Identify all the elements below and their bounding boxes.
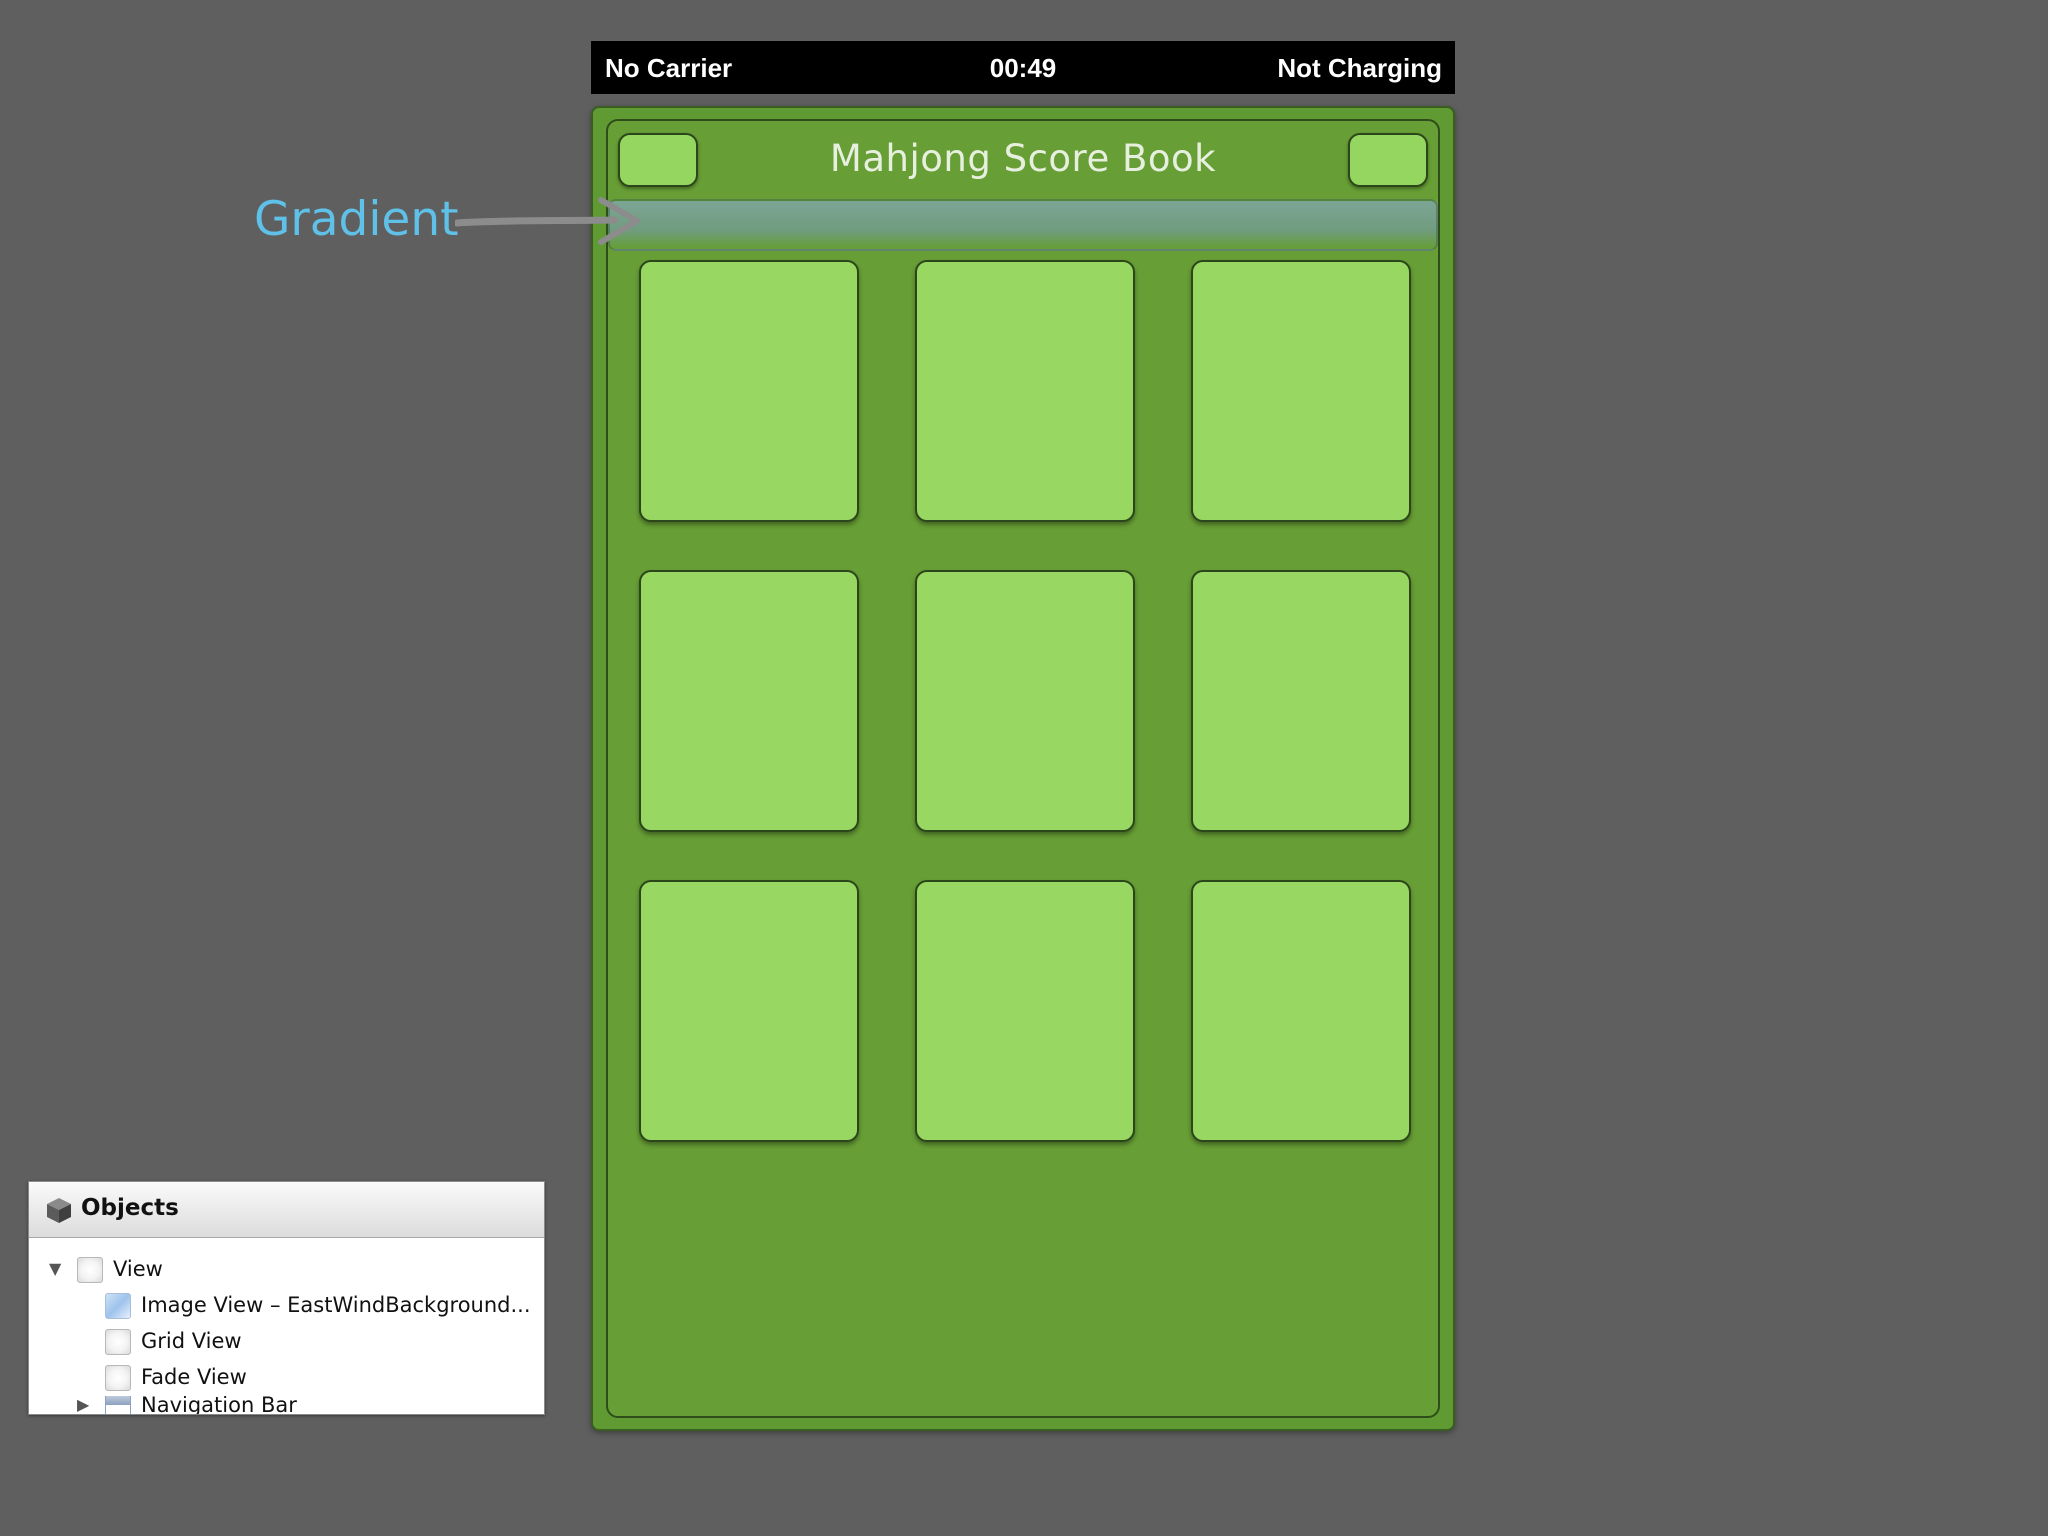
tree-item-image-view[interactable]: Image View – EastWindBackground... <box>29 1288 544 1322</box>
objects-panel: Objects ▼ View Image View – EastWindBack… <box>28 1181 545 1415</box>
device-frame: Mahjong Score Book <box>591 106 1455 1431</box>
disclosure-triangle-expanded-icon[interactable]: ▼ <box>49 1252 61 1286</box>
grid-tile[interactable] <box>639 880 859 1142</box>
fade-view-gradient <box>608 199 1438 251</box>
grid-tile[interactable] <box>915 570 1135 832</box>
objects-panel-title: Objects <box>81 1195 179 1221</box>
cube-icon <box>47 1198 71 1223</box>
tree-item-label: Navigation Bar <box>141 1396 297 1414</box>
tree-item-navigation-bar[interactable]: ▶ Navigation Bar <box>29 1396 544 1414</box>
tree-item-label: Image View – EastWindBackground... <box>141 1293 531 1317</box>
objects-panel-header: Objects <box>29 1182 544 1238</box>
tree-item-view[interactable]: ▼ View <box>29 1252 544 1286</box>
view-icon <box>77 1257 103 1283</box>
grid-tile[interactable] <box>1191 260 1411 522</box>
tree-item-label: Fade View <box>141 1365 247 1389</box>
battery-label: Not Charging <box>1277 53 1442 83</box>
gradient-annotation-label: Gradient <box>254 192 459 247</box>
main-view: Mahjong Score Book <box>606 119 1440 1418</box>
navigation-bar-icon <box>105 1396 131 1414</box>
image-view-icon <box>105 1293 131 1319</box>
tree-item-label: View <box>113 1257 163 1281</box>
status-bar: No Carrier 00:49 Not Charging <box>591 41 1455 94</box>
navigation-bar: Mahjong Score Book <box>608 121 1438 199</box>
tree-item-grid-view[interactable]: Grid View <box>29 1324 544 1358</box>
grid-tile[interactable] <box>639 570 859 832</box>
tree-item-label: Grid View <box>141 1329 242 1353</box>
grid-tile[interactable] <box>1191 570 1411 832</box>
nav-title: Mahjong Score Book <box>829 137 1217 180</box>
view-icon <box>105 1329 131 1355</box>
tree-item-fade-view[interactable]: Fade View <box>29 1360 544 1394</box>
disclosure-triangle-collapsed-icon[interactable]: ▶ <box>77 1396 89 1414</box>
grid-tile[interactable] <box>639 260 859 522</box>
grid-tile[interactable] <box>1191 880 1411 1142</box>
grid-tile[interactable] <box>915 260 1135 522</box>
annotation-arrow-icon <box>455 197 640 245</box>
view-icon <box>105 1365 131 1391</box>
nav-right-button[interactable] <box>1348 133 1428 187</box>
grid-tile[interactable] <box>915 880 1135 1142</box>
